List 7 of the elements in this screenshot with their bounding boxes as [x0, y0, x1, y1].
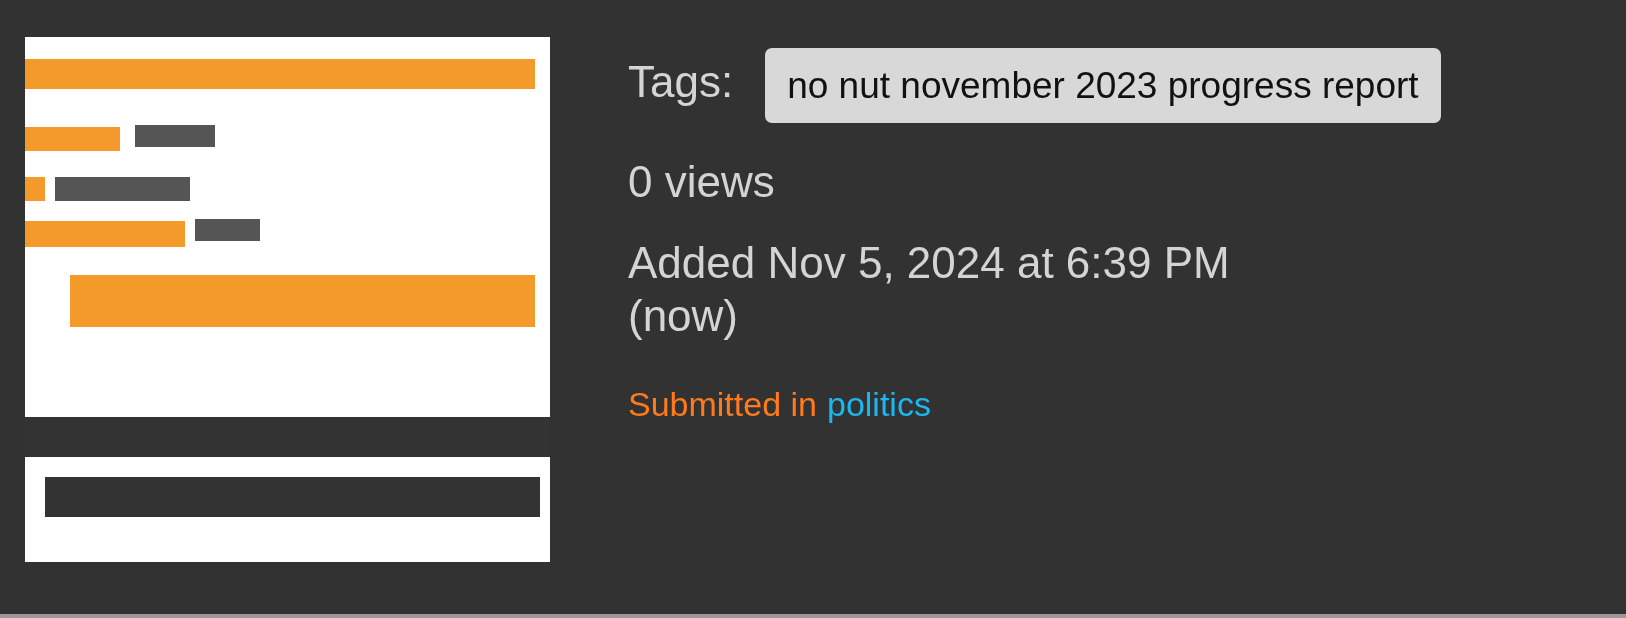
added-date: Added Nov 5, 2024 at 6:39 PM	[628, 237, 1231, 289]
view-count: 0 views	[628, 157, 776, 207]
tag-link[interactable]: no nut november 2023 progress report	[765, 48, 1441, 123]
tags-label: Tags:	[628, 57, 734, 107]
added-relative: (now)	[628, 289, 740, 342]
submitted-label: Submitted in	[628, 384, 817, 424]
stream-link[interactable]: politics	[827, 384, 931, 424]
